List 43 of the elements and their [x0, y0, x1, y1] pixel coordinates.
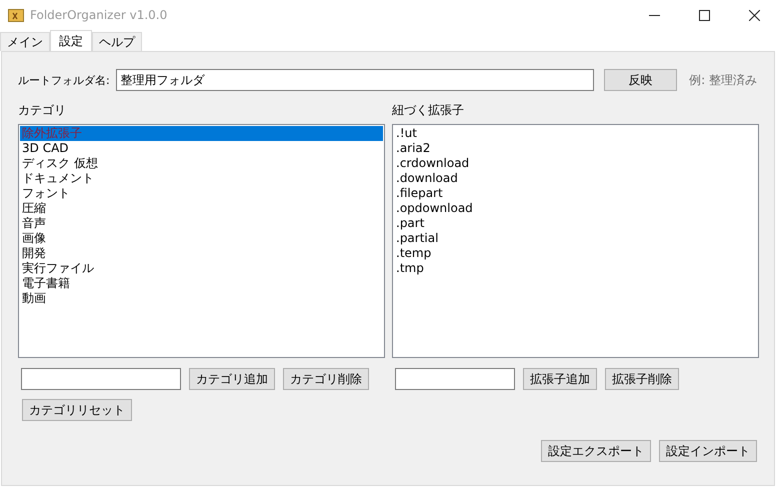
- list-item[interactable]: 開発: [20, 246, 383, 261]
- list-item[interactable]: .aria2: [394, 141, 757, 156]
- list-item[interactable]: 画像: [20, 231, 383, 246]
- list-item[interactable]: フォント: [20, 186, 383, 201]
- list-item[interactable]: .partial: [394, 231, 757, 246]
- reset-button[interactable]: カテゴリリセット: [22, 399, 132, 421]
- tab[interactable]: 設定: [50, 30, 92, 51]
- category-button[interactable]: カテゴリ削除: [283, 368, 369, 390]
- extension-button[interactable]: 拡張子削除: [605, 368, 679, 390]
- maximize-icon[interactable]: [699, 10, 710, 20]
- list-item[interactable]: ディスク 仮想: [20, 156, 383, 171]
- list-item[interactable]: .temp: [394, 246, 757, 261]
- input-field[interactable]: 整理用フォルダ: [116, 69, 594, 91]
- folder-icon: [8, 8, 24, 22]
- input-field[interactable]: [21, 368, 181, 390]
- list-item[interactable]: 実行ファイル: [20, 261, 383, 276]
- section-label: カテゴリ: [18, 102, 67, 119]
- apply-button[interactable]: 反映: [604, 69, 678, 91]
- list-item[interactable]: 音声: [20, 216, 383, 231]
- input-field[interactable]: [395, 368, 515, 390]
- list-item[interactable]: 圧縮: [20, 201, 383, 216]
- list-item[interactable]: .tmp: [394, 261, 757, 276]
- close-icon[interactable]: [749, 10, 760, 20]
- list-item[interactable]: .opdownload: [394, 201, 757, 216]
- hint-text: 例: 整理済み: [689, 72, 757, 88]
- root-folder-label: ルートフォルダ名:: [18, 72, 110, 88]
- list-item[interactable]: .!ut: [394, 126, 757, 141]
- list-item[interactable]: ドキュメント: [20, 171, 383, 186]
- window-title: FolderOrganizer v1.0.0: [30, 8, 168, 22]
- list-item[interactable]: .download: [394, 171, 757, 186]
- list-item[interactable]: 動画: [20, 291, 383, 306]
- footer-button[interactable]: 設定インポート: [659, 440, 757, 462]
- tab[interactable]: ヘルプ: [92, 32, 142, 51]
- list-item[interactable]: .crdownload: [394, 156, 757, 171]
- list-item[interactable]: 3D CAD: [20, 141, 383, 156]
- category-button[interactable]: カテゴリ追加: [189, 368, 275, 390]
- list-item[interactable]: .part: [394, 216, 757, 231]
- list-item[interactable]: .filepart: [394, 186, 757, 201]
- extension-button[interactable]: 拡張子追加: [523, 368, 597, 390]
- footer-button[interactable]: 設定エクスポート: [541, 440, 651, 462]
- tab[interactable]: メイン: [0, 32, 50, 51]
- section-label: 紐づく拡張子: [392, 102, 465, 119]
- list-item[interactable]: 電子書籍: [20, 276, 383, 291]
